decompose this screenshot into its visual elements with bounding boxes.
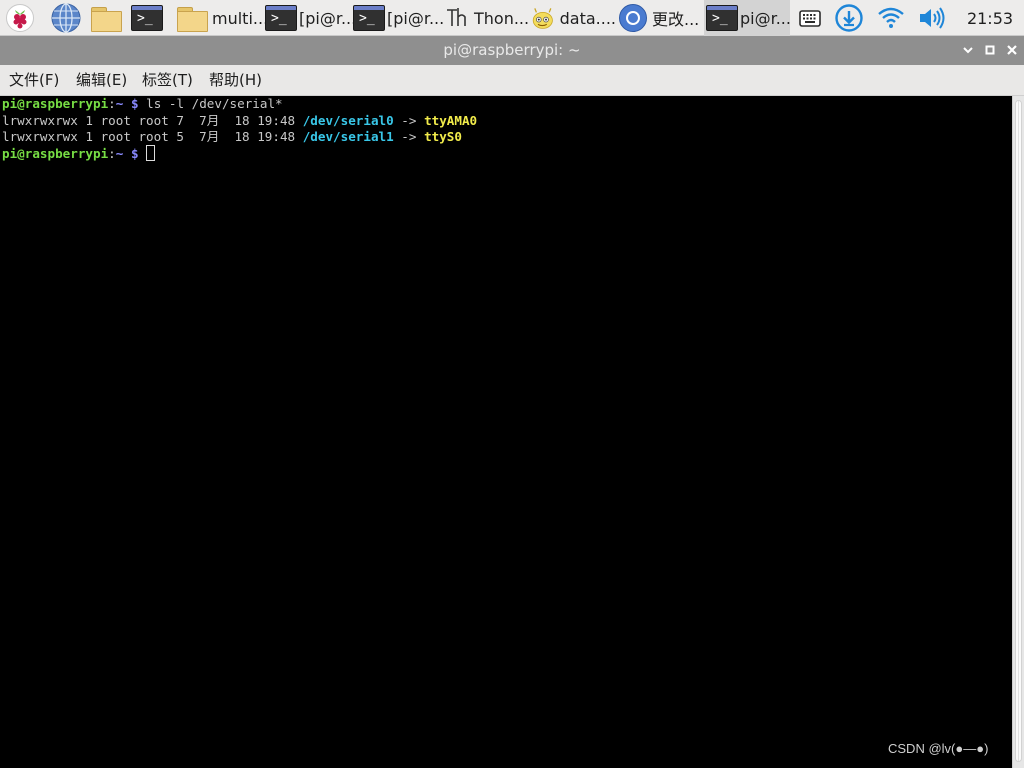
raspberry-icon <box>6 4 34 32</box>
minimize-button[interactable] <box>958 40 978 60</box>
task-button-folder[interactable]: multi... <box>176 0 268 36</box>
prompt-separator: : <box>108 96 116 111</box>
command-text: ls -l /dev/serial* <box>146 96 283 111</box>
output-row: lrwxrwxrwx 1 root root 7 7月 18 19:48 /de… <box>2 113 477 129</box>
symlink-arrow: -> <box>393 129 425 144</box>
prompt-path: ~ <box>115 146 124 161</box>
task-button-editor[interactable]: data.... <box>530 0 616 36</box>
prompt-user: pi@raspberrypi <box>2 96 109 111</box>
folder-icon <box>90 5 122 32</box>
task-label: Thon... <box>474 8 530 28</box>
task-label: pi@r... <box>740 8 791 28</box>
window-title-bar[interactable]: pi@raspberrypi: ~ <box>0 36 1024 65</box>
prompt-symbol: $ <box>130 96 139 111</box>
taskbar: >_ multi... >_ [pi@r... >_ [pi@r... Thon… <box>0 0 1024 36</box>
symlink-path: /dev/serial1 <box>302 129 394 144</box>
task-label: data.... <box>559 8 616 28</box>
task-label: 更改... <box>652 10 700 29</box>
menu-bar: 文件(F) 编辑(E) 标签(T) 帮助(H) <box>0 65 1024 96</box>
maximize-button[interactable] <box>980 40 1000 60</box>
symlink-path: /dev/serial0 <box>302 113 394 128</box>
scrollbar-thumb[interactable] <box>1015 100 1022 762</box>
terminal-scrollbar[interactable] <box>1012 96 1024 768</box>
prompt-separator: : <box>108 146 116 161</box>
task-button-terminal-1[interactable]: >_ [pi@r... <box>265 0 356 36</box>
folder-icon <box>176 5 208 32</box>
chevron-down-icon <box>963 47 973 54</box>
clock[interactable]: 21:53 <box>962 0 1018 36</box>
wifi-button[interactable] <box>876 0 908 36</box>
terminal-icon: >_ <box>353 5 385 31</box>
symlink-target: ttyS0 <box>424 129 462 144</box>
raspberry-menu-button[interactable] <box>5 0 41 36</box>
menu-file[interactable]: 文件(F) <box>9 65 59 95</box>
wifi-icon <box>878 7 904 28</box>
active-prompt-line[interactable]: pi@raspberrypi:~ $ <box>2 145 156 161</box>
window-title: pi@raspberrypi: ~ <box>443 41 581 59</box>
clock-time: 21:53 <box>966 8 1014 28</box>
keyboard-icon <box>799 10 821 27</box>
prompt-user: pi@raspberrypi <box>2 146 109 161</box>
symlink-target: ttyAMA0 <box>424 113 478 128</box>
maximize-icon <box>985 45 995 55</box>
close-icon <box>1007 45 1017 55</box>
prompt-symbol: $ <box>130 146 139 161</box>
chromium-icon <box>619 4 647 32</box>
speaker-icon <box>920 7 945 29</box>
symlink-arrow: -> <box>393 113 425 128</box>
file-meta: lrwxrwxrwx 1 root root 7 7月 18 19:48 <box>2 113 303 128</box>
terminal-launcher[interactable]: >_ <box>131 0 167 36</box>
watermark: CSDN @lv(●—●) <box>888 741 989 756</box>
web-browser-launcher[interactable] <box>50 0 86 36</box>
terminal-icon: >_ <box>265 5 297 31</box>
task-button-thonny[interactable]: Thon... <box>444 0 530 36</box>
terminal-icon: >_ <box>131 5 163 31</box>
terminal-icon: >_ <box>706 5 738 31</box>
volume-button[interactable] <box>916 0 948 36</box>
task-label: [pi@r... <box>299 8 357 28</box>
task-button-terminal-2[interactable]: >_ [pi@r... <box>353 0 444 36</box>
prompt-path: ~ <box>115 96 124 111</box>
output-row: lrwxrwxrwx 1 root root 5 7月 18 19:48 /de… <box>2 129 462 145</box>
close-button[interactable] <box>1002 40 1022 60</box>
download-icon <box>835 4 863 32</box>
text-cursor <box>146 145 156 161</box>
menu-tabs[interactable]: 标签(T) <box>142 65 193 95</box>
command-line: pi@raspberrypi:~ $ ls -l /dev/serial* <box>2 96 283 112</box>
virtual-keyboard-button[interactable] <box>798 0 826 36</box>
menu-edit[interactable]: 编辑(E) <box>76 65 127 95</box>
menu-help[interactable]: 帮助(H) <box>209 65 262 95</box>
task-button-browser[interactable]: 更改... <box>618 0 702 36</box>
thonny-icon <box>447 8 466 26</box>
text-editor-icon <box>532 8 553 29</box>
globe-icon <box>51 3 81 33</box>
file-meta: lrwxrwxrwx 1 root root 5 7月 18 19:48 <box>2 129 303 144</box>
task-label: [pi@r... <box>387 8 445 28</box>
task-label: multi... <box>212 8 269 28</box>
task-button-terminal-active[interactable]: >_ pi@r... <box>704 0 791 36</box>
file-manager-launcher[interactable] <box>90 0 126 36</box>
updater-button[interactable] <box>834 0 866 36</box>
terminal-output[interactable]: pi@raspberrypi:~ $ ls -l /dev/serial* lr… <box>0 96 1012 768</box>
